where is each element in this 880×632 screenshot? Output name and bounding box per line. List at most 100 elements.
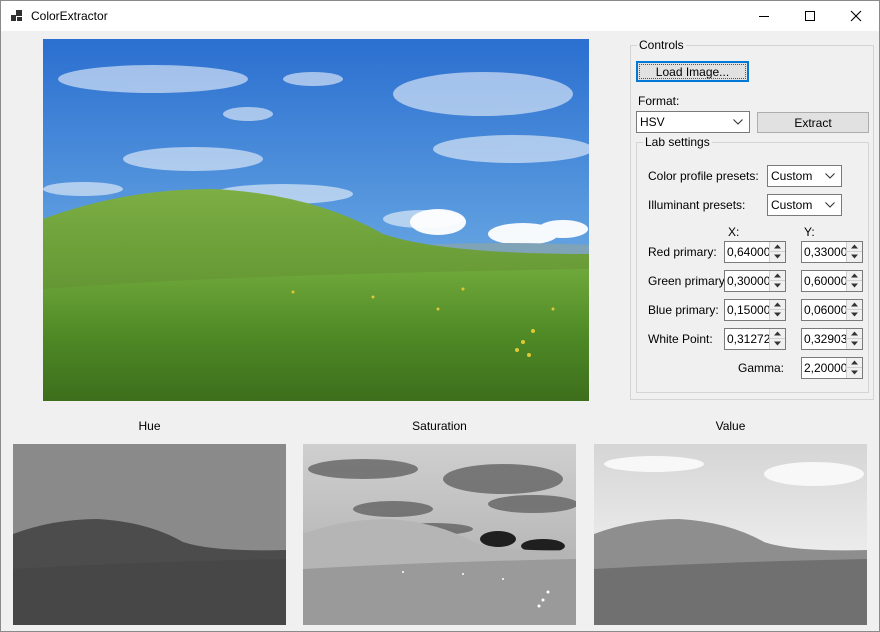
gamma-label: Gamma:: [738, 361, 785, 375]
white-point-label: White Point:: [648, 332, 713, 346]
format-label: Format:: [638, 94, 680, 108]
color-profile-select[interactable]: Custom: [767, 165, 842, 187]
red-primary-y-input[interactable]: 0,33000: [801, 241, 863, 263]
spin-up-arrow-icon: [851, 244, 858, 249]
controls-group-title: Controls: [637, 38, 686, 52]
spin-buttons: [846, 242, 862, 262]
spin-buttons: [769, 300, 785, 320]
spin-up-button[interactable]: [770, 271, 785, 281]
spin-up-button[interactable]: [847, 300, 862, 310]
format-select[interactable]: HSV: [636, 111, 750, 133]
red-primary-x-input[interactable]: 0,64000: [724, 241, 786, 263]
blue-primary-y-value: 0,06000: [804, 303, 848, 317]
spin-up-button[interactable]: [847, 242, 862, 252]
spin-up-arrow-icon: [851, 302, 858, 307]
maximize-button[interactable]: [787, 1, 833, 31]
spin-up-arrow-icon: [851, 273, 858, 278]
spin-up-arrow-icon: [774, 331, 781, 336]
spin-down-button[interactable]: [847, 281, 862, 291]
chevron-down-icon: [825, 202, 835, 208]
red-primary-y-value: 0,33000: [804, 245, 848, 259]
white-point-x-value: 0,31272: [727, 332, 771, 346]
y-column-header: Y:: [804, 225, 815, 239]
red-primary-label: Red primary:: [648, 245, 717, 259]
window-title: ColorExtractor: [31, 9, 108, 23]
app-window: ColorExtractor Controls Load Image... Fo…: [0, 0, 880, 632]
gamma-input[interactable]: 2,20000: [801, 357, 863, 379]
spin-buttons: [769, 271, 785, 291]
load-image-label: Load Image...: [655, 64, 730, 79]
hue-channel-image: [13, 444, 286, 625]
blue-primary-x-input[interactable]: 0,15000: [724, 299, 786, 321]
spin-up-button[interactable]: [847, 358, 862, 368]
spin-down-arrow-icon: [774, 312, 781, 317]
green-primary-label: Green primary:: [648, 274, 729, 288]
spin-up-arrow-icon: [851, 360, 858, 365]
spin-down-button[interactable]: [847, 339, 862, 349]
spin-down-arrow-icon: [851, 254, 858, 259]
spin-down-button[interactable]: [770, 281, 785, 291]
spin-buttons: [769, 242, 785, 262]
title-bar[interactable]: ColorExtractor: [1, 1, 879, 31]
white-point-x-input[interactable]: 0,31272: [724, 328, 786, 350]
hue-label: Hue: [138, 419, 161, 433]
spin-buttons: [846, 271, 862, 291]
spin-down-button[interactable]: [847, 252, 862, 262]
green-primary-y-input[interactable]: 0,60000: [801, 270, 863, 292]
blue-primary-x-value: 0,15000: [727, 303, 771, 317]
spin-down-button[interactable]: [847, 310, 862, 320]
white-point-y-input[interactable]: 0,32903: [801, 328, 863, 350]
minimize-icon: [759, 16, 769, 17]
spin-up-arrow-icon: [851, 331, 858, 336]
spin-up-button[interactable]: [847, 271, 862, 281]
spin-up-button[interactable]: [770, 329, 785, 339]
value-channel-image: [594, 444, 867, 625]
spin-up-button[interactable]: [770, 300, 785, 310]
spin-down-arrow-icon: [851, 312, 858, 317]
spin-up-button[interactable]: [847, 329, 862, 339]
color-profile-value: Custom: [771, 169, 813, 183]
green-primary-y-value: 0,60000: [804, 274, 848, 288]
x-column-header: X:: [728, 225, 740, 239]
green-primary-x-input[interactable]: 0,30000: [724, 270, 786, 292]
extract-button[interactable]: Extract: [757, 112, 869, 133]
spin-down-button[interactable]: [770, 339, 785, 349]
white-point-y-value: 0,32903: [804, 332, 848, 346]
spin-buttons: [846, 300, 862, 320]
chevron-down-icon: [825, 173, 835, 179]
close-icon: [850, 10, 862, 22]
minimize-button[interactable]: [741, 1, 787, 31]
load-image-button[interactable]: Load Image...: [636, 61, 749, 82]
spin-up-arrow-icon: [774, 302, 781, 307]
close-button[interactable]: [833, 1, 879, 31]
value-label: Value: [715, 419, 746, 433]
spin-buttons: [769, 329, 785, 349]
maximize-icon: [805, 11, 815, 21]
saturation-channel-image: [303, 444, 576, 625]
extract-label: Extract: [794, 115, 832, 130]
format-select-value: HSV: [640, 115, 665, 129]
spin-down-button[interactable]: [770, 252, 785, 262]
spin-down-arrow-icon: [774, 283, 781, 288]
spin-up-arrow-icon: [774, 273, 781, 278]
red-primary-x-value: 0,64000: [727, 245, 771, 259]
spin-down-button[interactable]: [847, 368, 862, 378]
spin-down-button[interactable]: [770, 310, 785, 320]
gamma-value: 2,20000: [804, 361, 848, 375]
spin-down-arrow-icon: [851, 283, 858, 288]
app-grid-icon: [11, 10, 23, 22]
source-image: [43, 39, 589, 401]
spin-down-arrow-icon: [774, 254, 781, 259]
illuminant-select[interactable]: Custom: [767, 194, 842, 216]
green-primary-x-value: 0,30000: [727, 274, 771, 288]
spin-down-arrow-icon: [851, 341, 858, 346]
blue-primary-label: Blue primary:: [648, 303, 719, 317]
saturation-label: Saturation: [412, 419, 467, 433]
spin-down-arrow-icon: [851, 370, 858, 375]
spin-up-arrow-icon: [774, 244, 781, 249]
blue-primary-y-input[interactable]: 0,06000: [801, 299, 863, 321]
spin-up-button[interactable]: [770, 242, 785, 252]
chevron-down-icon: [733, 119, 743, 125]
illuminant-label: Illuminant presets:: [648, 198, 746, 212]
illuminant-value: Custom: [771, 198, 813, 212]
